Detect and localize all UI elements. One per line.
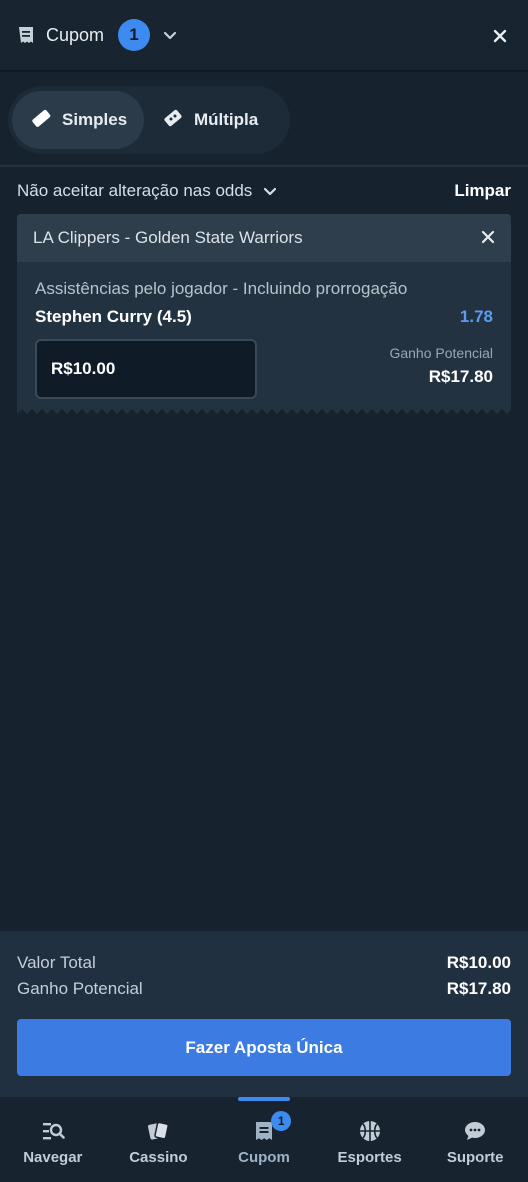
- total-stake-label: Valor Total: [17, 953, 96, 972]
- nav-esportes[interactable]: Esportes: [317, 1097, 423, 1182]
- bet-mode-toggle: Simples Múltipla: [8, 86, 290, 154]
- selection-row: Stephen Curry (4.5) 1.78: [35, 307, 493, 327]
- clear-button[interactable]: Limpar: [454, 181, 511, 201]
- tab-multipla-label: Múltipla: [194, 110, 259, 129]
- chevron-down-icon[interactable]: [162, 27, 178, 43]
- tab-simples[interactable]: Simples: [12, 91, 144, 149]
- bottom-nav: Navegar Cassino 1 Cupom Esportes Suporte: [0, 1097, 528, 1182]
- stake-input[interactable]: R$10.00: [35, 339, 257, 399]
- coupon-count-badge: 1: [271, 1111, 292, 1131]
- selection-count-badge: 1: [118, 19, 151, 51]
- odds-value: 1.78: [459, 307, 493, 326]
- nav-esportes-label: Esportes: [337, 1149, 402, 1166]
- cards-icon: [146, 1119, 170, 1143]
- betslip-header: Cupom 1: [0, 0, 528, 72]
- total-stake-value: R$10.00: [446, 953, 511, 972]
- odds-change-setting[interactable]: Não aceitar alteração nas odds: [17, 181, 252, 201]
- stake-row: R$10.00 Ganho Potencial R$17.80: [35, 339, 493, 399]
- remove-selection-icon[interactable]: [481, 230, 495, 244]
- total-potential-row: Ganho Potencial R$17.80: [17, 979, 511, 999]
- selection-name: Stephen Curry (4.5): [35, 307, 192, 326]
- nav-cassino-label: Cassino: [129, 1149, 188, 1166]
- bet-card: LA Clippers - Golden State Warriors Assi…: [17, 214, 511, 414]
- event-name[interactable]: LA Clippers - Golden State Warriors: [33, 228, 303, 248]
- tab-multipla[interactable]: Múltipla: [144, 91, 284, 149]
- potential-win: Ganho Potencial R$17.80: [389, 339, 493, 399]
- nav-cupom-label: Cupom: [238, 1149, 290, 1166]
- tickets-icon: [162, 107, 184, 134]
- nav-navegar[interactable]: Navegar: [0, 1097, 106, 1182]
- odds-options-row: Não aceitar alteração nas odds Limpar: [17, 178, 511, 204]
- tab-simples-label: Simples: [62, 110, 128, 129]
- close-icon[interactable]: [488, 24, 512, 48]
- total-potential-value: R$17.80: [446, 979, 511, 998]
- bet-card-body: Assistências pelo jogador - Incluindo pr…: [17, 279, 511, 399]
- basketball-icon: [358, 1119, 382, 1143]
- nav-navegar-label: Navegar: [23, 1149, 83, 1166]
- potential-win-value: R$17.80: [428, 367, 493, 386]
- bet-summary: Valor Total R$10.00 Ganho Potencial R$17…: [0, 931, 528, 1097]
- total-potential-label: Ganho Potencial: [17, 979, 143, 998]
- divider: [0, 165, 528, 167]
- ticket-edge: [17, 409, 511, 414]
- chevron-down-icon[interactable]: [262, 183, 278, 199]
- betslip-title: Cupom: [46, 24, 105, 45]
- receipt-icon: [16, 25, 36, 45]
- place-bet-button[interactable]: Fazer Aposta Única: [17, 1019, 511, 1076]
- market-name: Assistências pelo jogador - Incluindo pr…: [35, 279, 408, 298]
- chat-icon: [463, 1119, 487, 1143]
- potential-win-label: Ganho Potencial: [389, 345, 493, 361]
- nav-suporte[interactable]: Suporte: [422, 1097, 528, 1182]
- bet-card-header: LA Clippers - Golden State Warriors: [17, 214, 511, 262]
- browse-icon: [41, 1119, 65, 1143]
- betslip-page: Cupom 1 Simples Múltipla Não aceitar alt…: [0, 0, 528, 1182]
- nav-cassino[interactable]: Cassino: [106, 1097, 212, 1182]
- nav-suporte-label: Suporte: [446, 1149, 504, 1166]
- nav-cupom[interactable]: 1 Cupom: [211, 1097, 317, 1182]
- ticket-icon: [30, 107, 52, 134]
- total-stake-row: Valor Total R$10.00: [17, 953, 511, 973]
